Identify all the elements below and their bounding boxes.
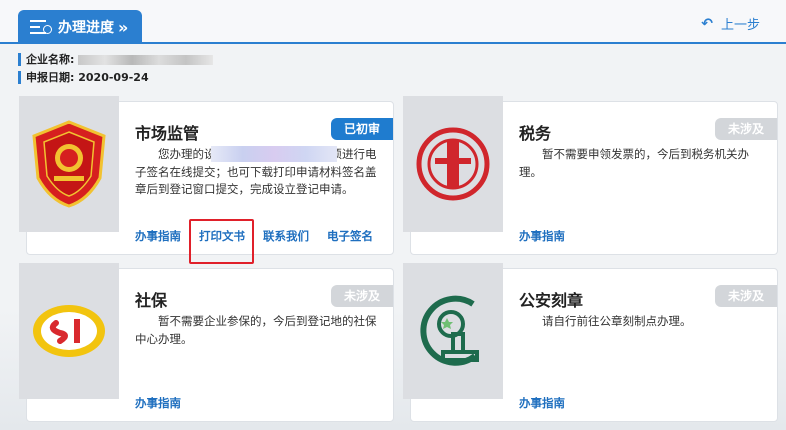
card-police-seal: 公安刻章 未涉及 请自行前往公章刻制点办理。 办事指南: [403, 263, 778, 422]
date-label: 申报日期:: [26, 71, 75, 84]
company-name-row: 企业名称:: [18, 53, 214, 66]
seal-stamp-icon: [403, 263, 503, 399]
card-title: 公安刻章: [519, 291, 584, 310]
status-badge: 未涉及: [715, 285, 777, 307]
market-supervision-emblem-icon: [19, 96, 119, 232]
social-security-logo-icon: [19, 263, 119, 399]
guide-link[interactable]: 办事指南: [519, 228, 565, 244]
back-label: 上一步: [720, 18, 760, 33]
guide-link[interactable]: 办事指南: [135, 395, 181, 411]
company-name-redacted: [78, 55, 214, 65]
highlight-box: [189, 219, 254, 264]
double-chevron-icon: »: [118, 17, 129, 37]
card-tax: 税务 未涉及 暂不需要申领发票的，今后到税务机关办理。 办事指南: [403, 96, 778, 255]
tax-emblem-icon: [403, 96, 503, 232]
header-bar: 办理进度 » ↶ 上一步: [0, 0, 786, 44]
card-social-security: 社保 未涉及 暂不需要企业参保的，今后到登记地的社保中心办理。 办事指南: [19, 263, 394, 422]
card-title: 市场监管: [135, 124, 200, 143]
card-title: 社保: [135, 291, 168, 310]
status-badge: 未涉及: [715, 118, 777, 140]
card-title: 税务: [519, 124, 552, 143]
undo-arrow-icon: ↶: [701, 15, 713, 32]
status-badge: 未涉及: [331, 285, 393, 307]
card-links: 办事指南: [519, 395, 565, 411]
contact-us-link[interactable]: 联系我们: [263, 228, 309, 244]
status-badge: 已初审: [331, 118, 393, 140]
guide-link[interactable]: 办事指南: [519, 395, 565, 411]
date-value: 2020-09-24: [78, 71, 149, 84]
card-description: 暂不需要企业参保的，今后到登记地的社保中心办理。: [135, 314, 377, 346]
card-description: 请自行前往公章刻制点办理。: [542, 314, 692, 328]
back-button[interactable]: ↶ 上一步: [701, 14, 760, 34]
tab-title: 办理进度: [58, 20, 114, 36]
card-links: 办事指南: [135, 395, 181, 411]
company-label: 企业名称:: [26, 53, 75, 66]
progress-tab[interactable]: 办理进度 »: [18, 10, 142, 44]
card-links: 办事指南 打印文书 联系我们 电子签名: [135, 228, 373, 244]
card-description: 您办理的设立登记申请已初审，现须进行电子签名在线提交；也可下载打印申请材料签名盖…: [135, 146, 387, 199]
redaction-overlay: [211, 146, 337, 162]
card-links: 办事指南: [519, 228, 565, 244]
progress-list-icon: [30, 18, 52, 36]
guide-link[interactable]: 办事指南: [135, 228, 181, 244]
e-signature-link[interactable]: 电子签名: [327, 228, 373, 244]
card-description: 暂不需要申领发票的，今后到税务机关办理。: [519, 147, 749, 179]
report-date-row: 申报日期: 2020-09-24: [18, 71, 149, 84]
